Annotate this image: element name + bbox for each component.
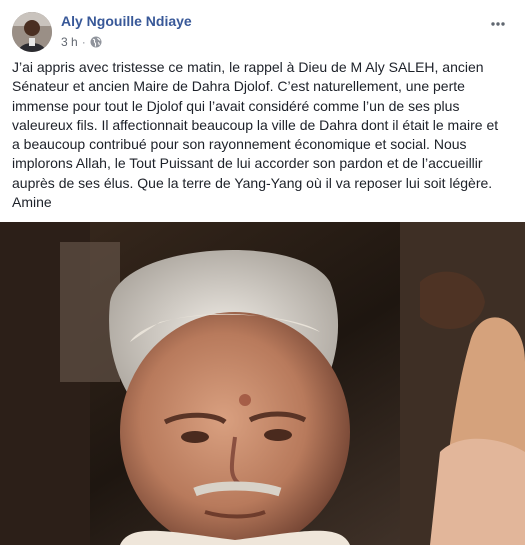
author-avatar[interactable] <box>12 12 52 52</box>
facebook-post: Aly Ngouille Ndiaye 3 h · J’ai appris av… <box>0 0 525 545</box>
meta-separator: · <box>81 35 86 49</box>
author-name[interactable]: Aly Ngouille Ndiaye <box>61 13 192 29</box>
portrait-photo <box>0 222 525 545</box>
post-text: J’ai appris avec tristesse ce matin, le … <box>12 59 499 211</box>
globe-icon[interactable] <box>90 36 102 48</box>
post-timestamp[interactable]: 3 h <box>61 35 78 49</box>
post-meta: 3 h · <box>61 35 102 49</box>
post-photo[interactable] <box>0 222 525 545</box>
avatar-image <box>12 12 52 52</box>
more-options-icon[interactable] <box>491 14 505 26</box>
post-header: Aly Ngouille Ndiaye 3 h · <box>12 8 513 52</box>
